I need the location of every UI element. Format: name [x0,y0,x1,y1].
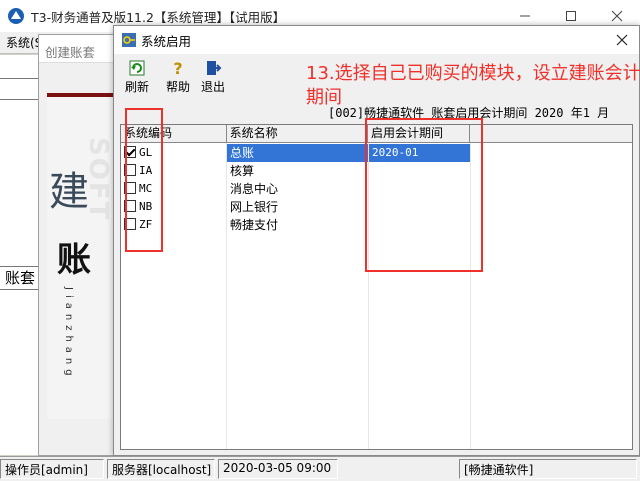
dialog-titlebar: 系统启用 [114,26,639,54]
module-name: 畅捷支付 [227,216,369,234]
column-header-name[interactable]: 系统名称 [227,125,369,143]
status-company: [畅捷通软件] [459,459,637,479]
highlight-period-column [365,118,483,272]
status-operator: 操作员[admin] [0,459,104,479]
help-button[interactable]: ? 帮助 [159,57,197,97]
art-char-1: 建 [49,169,89,215]
art-char-2: 账 [57,240,91,280]
key-icon [122,33,136,47]
module-name: 核算 [227,162,369,180]
art-vertical-text: Jianzhang [63,287,74,381]
svg-text:?: ? [173,59,182,77]
dialog-title: 系统启用 [141,33,192,49]
app-title: T3-财务通普及版11.2【系统管理】【试用版】 [31,9,286,25]
column-header-blank [470,125,632,143]
tutorial-annotation: 13.选择自己已购买的模块，设立建账会计期间 [306,63,640,108]
refresh-label: 刷新 [124,80,149,94]
minimize-icon [520,15,530,17]
status-date: 2020-03-05 09:00 [218,459,338,479]
help-icon: ? [173,59,182,77]
close-icon [611,10,623,22]
status-server: 服务器[localhost] [107,459,215,479]
module-name: 总账 [227,144,369,162]
module-name: 网上银行 [227,198,369,216]
exit-label: 退出 [200,80,225,94]
dialog-close-button[interactable] [605,26,639,54]
statusbar: 操作员[admin] 服务器[localhost] 2020-03-05 09:… [0,456,640,481]
app-logo-icon [8,8,24,24]
exit-icon [207,61,222,75]
maximize-icon [566,11,576,21]
refresh-button[interactable]: 刷新 [118,57,156,97]
module-name: 消息中心 [227,180,369,198]
highlight-code-column [125,108,163,252]
exit-button[interactable]: 退出 [194,57,232,97]
dialog-toolbar: 刷新 ? 帮助 退出 [118,57,232,97]
refresh-icon [129,60,145,76]
left-field [0,78,40,100]
left-panel [0,55,42,455]
close-icon [616,34,628,46]
left-panel-label: 账套 [0,266,42,290]
help-label: 帮助 [165,80,190,94]
system-enable-dialog: 系统启用 刷新 ? 帮助 退出 [002]畅捷通软件 账套启用会计期间 2020… [113,25,640,456]
